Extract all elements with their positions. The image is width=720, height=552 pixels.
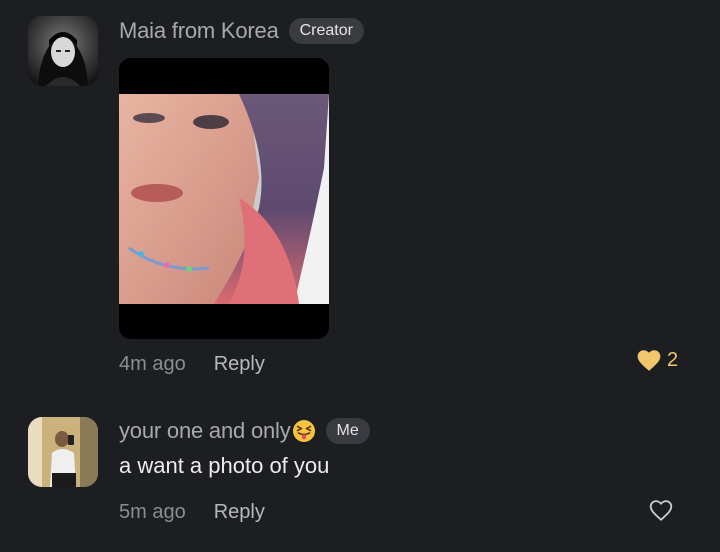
comment-timestamp: 4m ago [119,352,186,375]
attached-photo[interactable] [119,58,329,339]
reply-button[interactable]: Reply [214,353,265,376]
author-name[interactable]: your one and only [119,418,291,444]
reply-button[interactable]: Reply [214,501,265,524]
avatar-image [28,417,98,487]
comments-thread: Maia from Korea Creator 4m ago Reply 2 y… [0,0,720,552]
avatar[interactable] [28,417,98,487]
like-count: 2 [667,348,679,371]
author-name[interactable]: Maia from Korea [119,18,279,44]
comment-header: your one and only Me [119,416,370,446]
creator-badge: Creator [288,18,364,44]
like-button[interactable]: 2 [636,346,678,374]
me-badge: Me [325,418,370,444]
avatar-image [28,16,98,86]
comment-meta: 4m ago Reply [119,350,265,378]
avatar[interactable] [28,16,98,86]
heart-outline-icon [649,500,673,521]
comment-timestamp: 5m ago [119,500,186,523]
like-button[interactable] [648,496,674,524]
comment-text: a want a photo of you [119,453,330,478]
heart-filled-icon [637,350,661,371]
photo-image [119,58,329,339]
comment-meta: 5m ago Reply [119,498,265,526]
squinting-tongue-emoji-icon [292,420,315,442]
comment-header: Maia from Korea Creator [119,16,364,46]
